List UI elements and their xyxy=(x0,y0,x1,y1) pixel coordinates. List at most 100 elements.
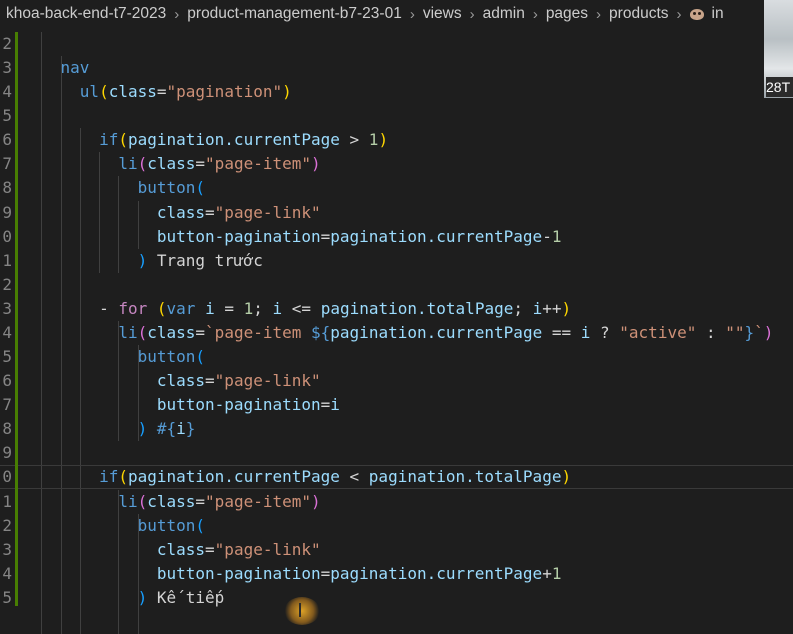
breadcrumb: khoa-back-end-t7-2023 › product-manageme… xyxy=(0,0,793,28)
breadcrumb-item-views[interactable]: views xyxy=(421,5,464,23)
code-token: Trang trước xyxy=(147,250,263,270)
pug-file-icon xyxy=(689,8,704,20)
code-token: = xyxy=(205,539,215,559)
code-line[interactable]: 3 - for (var i = 1; i <= pagination.tota… xyxy=(0,297,793,321)
code-token: var xyxy=(166,298,196,318)
code-line[interactable]: 4 ul(class="pagination") xyxy=(0,80,793,104)
line-number: 5 xyxy=(2,106,12,126)
chevron-right-icon: › xyxy=(409,5,415,23)
code-line[interactable]: 8 ) #{i} xyxy=(0,417,793,441)
code-line[interactable]: 6 if(pagination.currentPage > 1) xyxy=(0,128,793,152)
code-token: i xyxy=(272,298,283,318)
line-number: 0 xyxy=(2,467,12,487)
code-line[interactable]: 5 xyxy=(0,104,793,128)
code-token: "page-item" xyxy=(205,154,312,174)
code-token: #{ xyxy=(147,419,177,439)
code-line[interactable]: 9 xyxy=(0,441,793,465)
line-number: 9 xyxy=(2,443,12,463)
code-token: = xyxy=(205,202,215,222)
code-text: class="page-link" xyxy=(22,201,321,225)
line-number: 2 xyxy=(2,274,12,294)
code-text: class="page-link" xyxy=(22,369,321,393)
code-token: <= xyxy=(282,298,321,318)
code-line[interactable]: 4 li(class=`page-item ${pagination.curre… xyxy=(0,321,793,345)
code-token: button xyxy=(137,178,196,198)
code-line[interactable]: 1 ) Trang trước xyxy=(0,249,793,273)
code-editor[interactable]: 23 nav 4 ul(class="pagination") 5 6 if(pagi… xyxy=(0,32,793,634)
breadcrumb-item-products[interactable]: products xyxy=(607,5,670,23)
code-line[interactable]: 9 class="page-link" xyxy=(0,201,793,225)
code-token: "pagination" xyxy=(166,82,283,102)
code-line[interactable]: 3 nav xyxy=(0,56,793,80)
code-line[interactable]: 4 button-pagination=pagination.currentPa… xyxy=(0,562,793,586)
code-line[interactable]: 6 class="page-link" xyxy=(0,369,793,393)
line-number: 3 xyxy=(2,298,12,318)
breadcrumb-item-admin[interactable]: admin xyxy=(481,5,527,23)
line-number: 0 xyxy=(2,226,12,246)
code-token: li xyxy=(118,154,138,174)
code-line[interactable]: 3 class="page-link" xyxy=(0,538,793,562)
code-line[interactable]: 2 xyxy=(0,273,793,297)
code-text: li(class="page-item") xyxy=(22,490,320,514)
code-text: class="page-link" xyxy=(22,538,321,562)
code-token: = xyxy=(195,154,206,174)
code-line[interactable]: 2 xyxy=(0,32,793,56)
code-token: "page-item" xyxy=(205,491,312,511)
code-token: li xyxy=(118,491,138,511)
code-line[interactable]: 2 button( xyxy=(0,514,793,538)
code-line[interactable]: 7 li(class="page-item") xyxy=(0,152,793,176)
code-token: = xyxy=(214,298,244,318)
code-text: button-pagination=pagination.currentPage… xyxy=(22,225,562,249)
chevron-right-icon: › xyxy=(532,5,538,23)
code-text: if(pagination.currentPage > 1) xyxy=(22,128,388,152)
code-token: - xyxy=(99,298,119,318)
code-token: < xyxy=(339,467,369,487)
code-line[interactable]: 8 button( xyxy=(0,176,793,200)
code-text: - for (var i = 1; i <= pagination.totalP… xyxy=(22,297,571,321)
code-line[interactable]: 1 li(class="page-item") xyxy=(0,490,793,514)
code-token: ) xyxy=(561,298,572,318)
code-token: pagination.currentPage xyxy=(330,226,543,246)
line-number: 1 xyxy=(2,491,12,511)
chevron-right-icon: › xyxy=(596,5,602,23)
line-number: 4 xyxy=(2,563,12,583)
breadcrumb-item-root[interactable]: khoa-back-end-t7-2023 xyxy=(0,5,168,23)
code-token: `page-item xyxy=(205,322,312,342)
code-token: = xyxy=(320,226,331,246)
code-token: ( xyxy=(118,130,128,150)
line-number: 3 xyxy=(2,539,12,559)
code-token: > xyxy=(339,130,369,150)
code-token: i xyxy=(580,322,591,342)
code-token: ) xyxy=(137,419,148,439)
code-line[interactable]: 0 button-pagination=pagination.currentPa… xyxy=(0,225,793,249)
code-line[interactable]: 0 if(pagination.currentPage < pagination… xyxy=(0,465,793,490)
code-token: ( xyxy=(99,82,109,102)
code-text: button( xyxy=(22,345,205,369)
code-token: == xyxy=(542,322,581,342)
breadcrumb-item-project[interactable]: product-management-b7-23-01 xyxy=(185,5,404,23)
code-token: pagination.totalPage xyxy=(320,298,514,318)
code-token: pagination.currentPage xyxy=(330,322,543,342)
code-token: ${ xyxy=(311,322,331,342)
breadcrumb-item-pages[interactable]: pages xyxy=(544,5,590,23)
line-number: 4 xyxy=(2,322,12,342)
code-line[interactable]: 5 button( xyxy=(0,345,793,369)
code-token: = xyxy=(320,395,331,415)
code-token: ( xyxy=(156,298,167,318)
breadcrumb-item-file[interactable]: in xyxy=(710,5,726,23)
code-token: ` xyxy=(754,322,764,342)
chevron-right-icon: › xyxy=(469,5,475,23)
chevron-right-icon: › xyxy=(174,5,180,23)
code-line[interactable]: 5 ) Kế tiếp xyxy=(0,586,793,610)
code-line[interactable]: 7 button-pagination=i xyxy=(0,393,793,417)
